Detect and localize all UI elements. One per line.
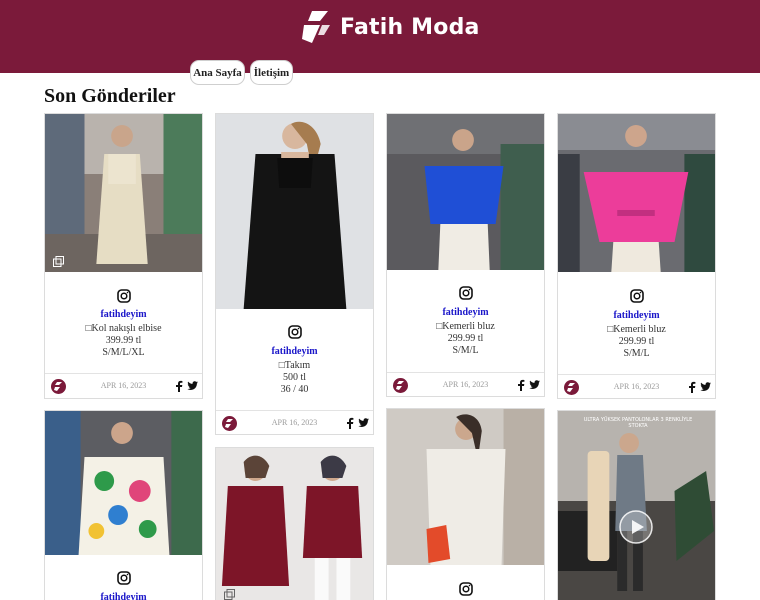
nav-home-button[interactable]: Ana Sayfa [190, 60, 245, 85]
brand-name: Fatih Moda [340, 14, 480, 40]
post-card[interactable]: fatihdeyim □Kemerli bluz 299.99 tl S/M/L… [386, 113, 545, 397]
post-photo[interactable] [216, 448, 373, 600]
play-icon[interactable] [618, 509, 654, 545]
twitter-icon[interactable] [187, 381, 198, 391]
multi-image-icon [224, 589, 235, 600]
post-text-line: 500 tl [282, 372, 307, 383]
facebook-icon[interactable] [346, 417, 354, 429]
post-text-line: □Takım [278, 360, 311, 371]
post-text-line: □Kemerli bluz [436, 321, 495, 332]
post-footer: APR 16, 2023 [216, 410, 373, 434]
post-card[interactable] [215, 447, 374, 600]
post-photo[interactable] [45, 114, 202, 272]
nav-contact-button[interactable]: İletişim [250, 60, 293, 85]
post-card[interactable]: fatihdeyim □Takım 500 tl 36 / 40 APR 16,… [215, 113, 374, 435]
post-photo[interactable] [387, 409, 544, 565]
instagram-icon[interactable] [629, 289, 644, 303]
instagram-icon[interactable] [458, 286, 473, 300]
post-text-line: □Kol nakışlı elbise [85, 323, 162, 334]
post-text-line: □Kemerli bluz [607, 324, 666, 335]
page-title: Son Gönderiler [44, 85, 176, 107]
post-text-line: 299.99 tl [618, 336, 655, 347]
post-photo[interactable] [45, 411, 202, 555]
post-username[interactable]: fatihdeyim [558, 310, 715, 321]
post-text-line: 399.99 tl [105, 335, 142, 346]
post-text-line: S/M/L [623, 348, 650, 359]
post-username[interactable]: fatihdeyim [387, 307, 544, 318]
post-username[interactable]: fatihdeyim [216, 346, 373, 357]
post-photo[interactable] [216, 114, 373, 309]
brand-logo-icon [302, 11, 330, 43]
post-footer: APR 16, 2023 [387, 372, 544, 396]
post-text-line: S/M/L/XL [102, 347, 145, 358]
facebook-icon[interactable] [175, 380, 183, 392]
instagram-icon[interactable] [116, 571, 131, 585]
facebook-icon[interactable] [688, 381, 696, 393]
instagram-icon[interactable] [458, 582, 473, 596]
post-text-line: 36 / 40 [280, 384, 309, 395]
twitter-icon[interactable] [700, 382, 711, 392]
post-photo[interactable] [387, 114, 544, 270]
post-photo[interactable] [558, 411, 715, 600]
post-text-line: S/M/L [452, 345, 479, 356]
photo-overlay-text: ULTRA YÜKSEK PANTOLONLAR 3 RENKLİYLE STO… [583, 417, 693, 429]
instagram-icon[interactable] [287, 325, 302, 339]
post-text-line: 299.99 tl [447, 333, 484, 344]
multi-image-icon [53, 256, 64, 267]
instagram-icon[interactable] [116, 289, 131, 303]
post-username[interactable]: fatihdeyim [45, 592, 202, 600]
brand[interactable]: Fatih Moda [298, 8, 480, 46]
post-footer: APR 16, 2023 [45, 373, 202, 398]
post-card[interactable]: fatihdeyim [44, 410, 203, 600]
facebook-icon[interactable] [517, 379, 525, 391]
post-card[interactable]: ULTRA YÜKSEK PANTOLONLAR 3 RENKLİYLE STO… [557, 410, 716, 600]
post-photo[interactable] [558, 114, 715, 272]
twitter-icon[interactable] [358, 418, 369, 428]
twitter-icon[interactable] [529, 380, 540, 390]
post-card[interactable] [386, 408, 545, 600]
post-username[interactable]: fatihdeyim [45, 309, 202, 320]
post-footer: APR 16, 2023 [558, 374, 715, 398]
post-card[interactable]: fatihdeyim □Kemerli bluz 299.99 tl S/M/L… [557, 113, 716, 399]
site-header: Fatih Moda [0, 0, 760, 73]
post-card[interactable]: fatihdeyim □Kol nakışlı elbise 399.99 tl… [44, 113, 203, 399]
